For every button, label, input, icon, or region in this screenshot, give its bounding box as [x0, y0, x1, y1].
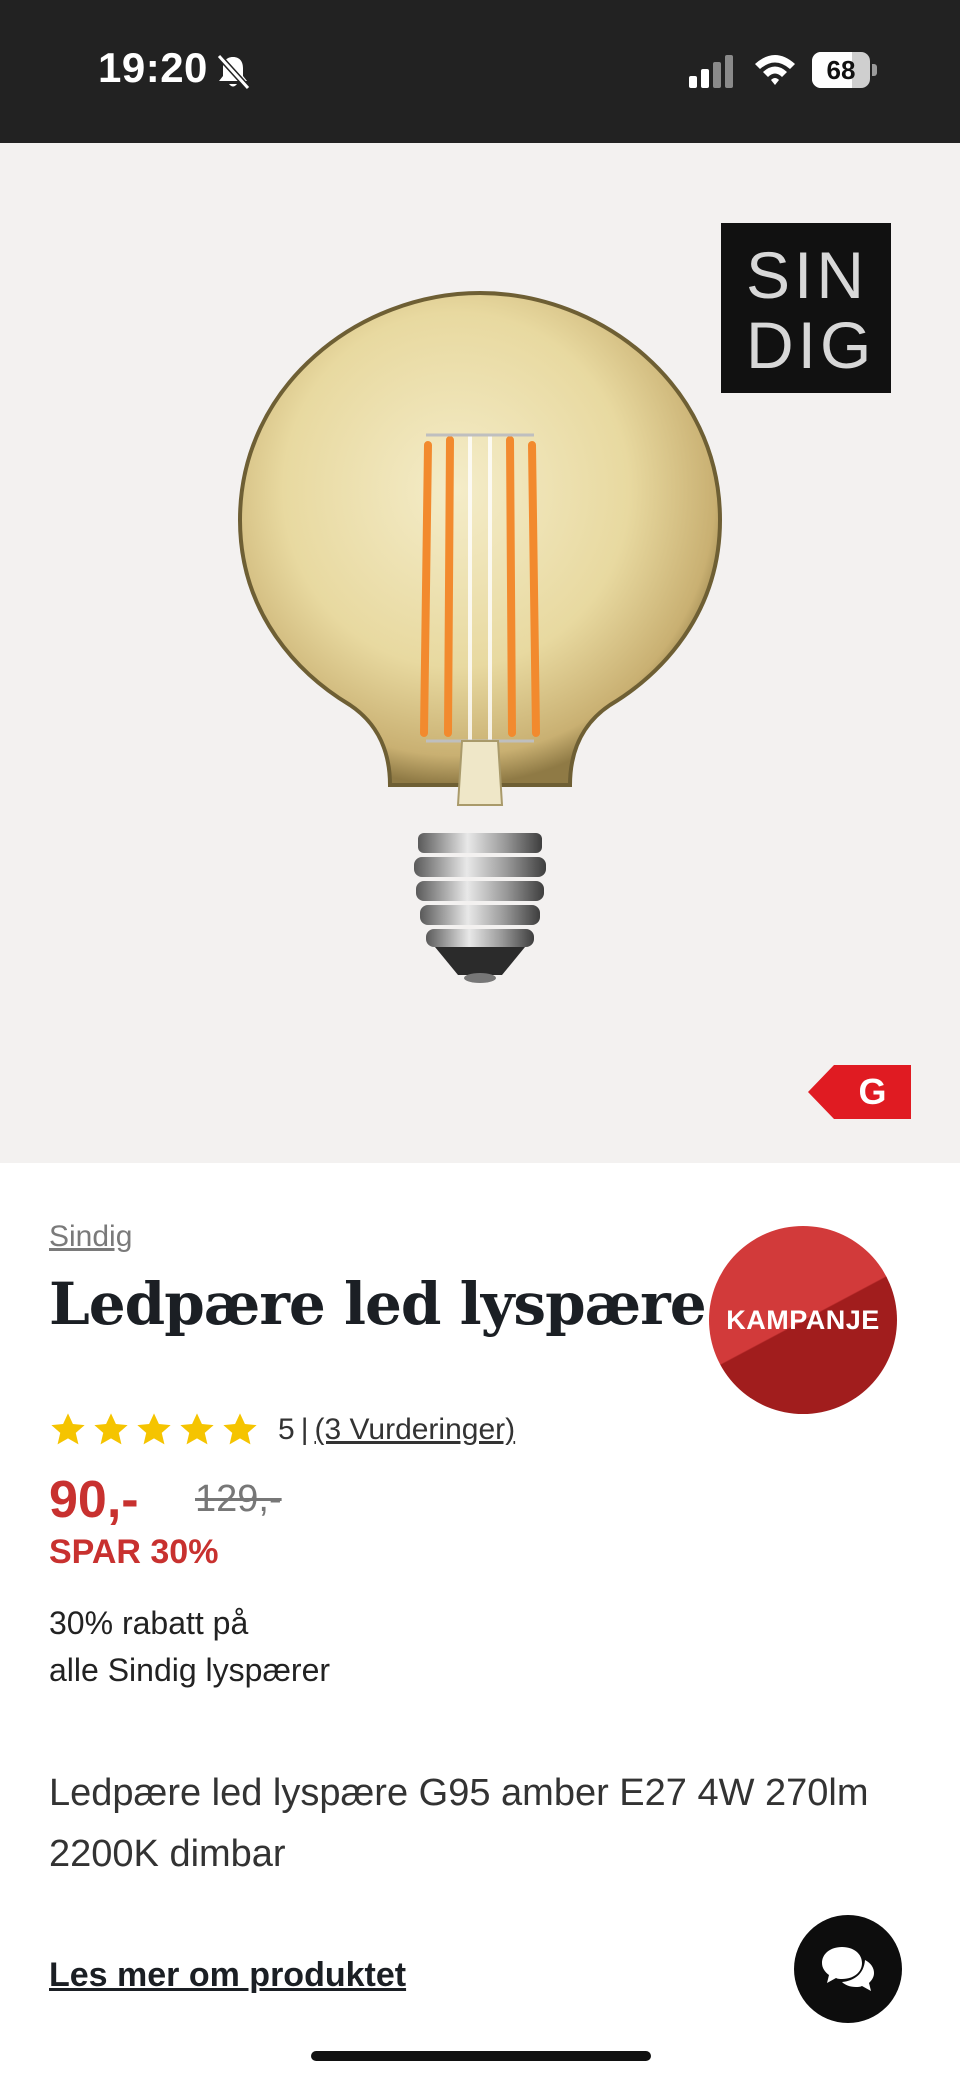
current-price: 90,-: [49, 1471, 139, 1529]
star-icon: [223, 1413, 257, 1445]
old-price: 129,-: [195, 1478, 282, 1520]
product-image[interactable]: [230, 285, 730, 985]
brand-link[interactable]: Sindig: [49, 1220, 132, 1254]
product-title: Ledpære led lyspære: [49, 1270, 707, 1338]
reviews-link[interactable]: (3 Vurderinger): [314, 1413, 515, 1447]
energy-class-value: G: [834, 1065, 911, 1119]
rating-separator: |: [300, 1413, 309, 1446]
status-time: 19:20: [98, 44, 208, 91]
product-description: Ledpære led lyspære G95 amber E27 4W 270…: [49, 1772, 869, 1875]
chat-button[interactable]: [794, 1915, 902, 2023]
home-indicator[interactable]: [311, 2051, 651, 2061]
bell-slash-icon: [216, 53, 251, 91]
battery-icon: 68: [812, 52, 878, 88]
brand-logo: SIN DIG: [721, 223, 891, 393]
read-more-link[interactable]: Les mer om produktet: [49, 1956, 406, 1995]
rating-row: 5 | (3 Vurderinger): [49, 1408, 515, 1452]
star-icon: [180, 1413, 214, 1445]
star-icon: [94, 1413, 128, 1445]
promo-line-1: 30% rabatt på: [49, 1605, 249, 1641]
star-icon: [137, 1413, 171, 1445]
star-icon: [51, 1413, 85, 1445]
promo-line-2: alle Sindig lyspærer: [49, 1652, 331, 1688]
campaign-badge: KAMPANJE: [709, 1226, 897, 1414]
saving-label: SPAR 30%: [49, 1533, 219, 1571]
logo-text-bottom: DIG: [746, 308, 876, 382]
promo-text: 30% rabatt på alle Sindig lyspærer: [49, 1600, 449, 1694]
wifi-icon: [755, 55, 795, 85]
logo-text-top: SIN: [746, 238, 869, 312]
battery-level: 68: [826, 55, 856, 85]
signal-icon: [689, 55, 733, 88]
energy-class-label[interactable]: G: [808, 1065, 911, 1119]
status-bar: 19:20 68: [0, 0, 960, 143]
chat-icon: [822, 1947, 874, 1991]
rating-value: 5: [278, 1413, 295, 1446]
